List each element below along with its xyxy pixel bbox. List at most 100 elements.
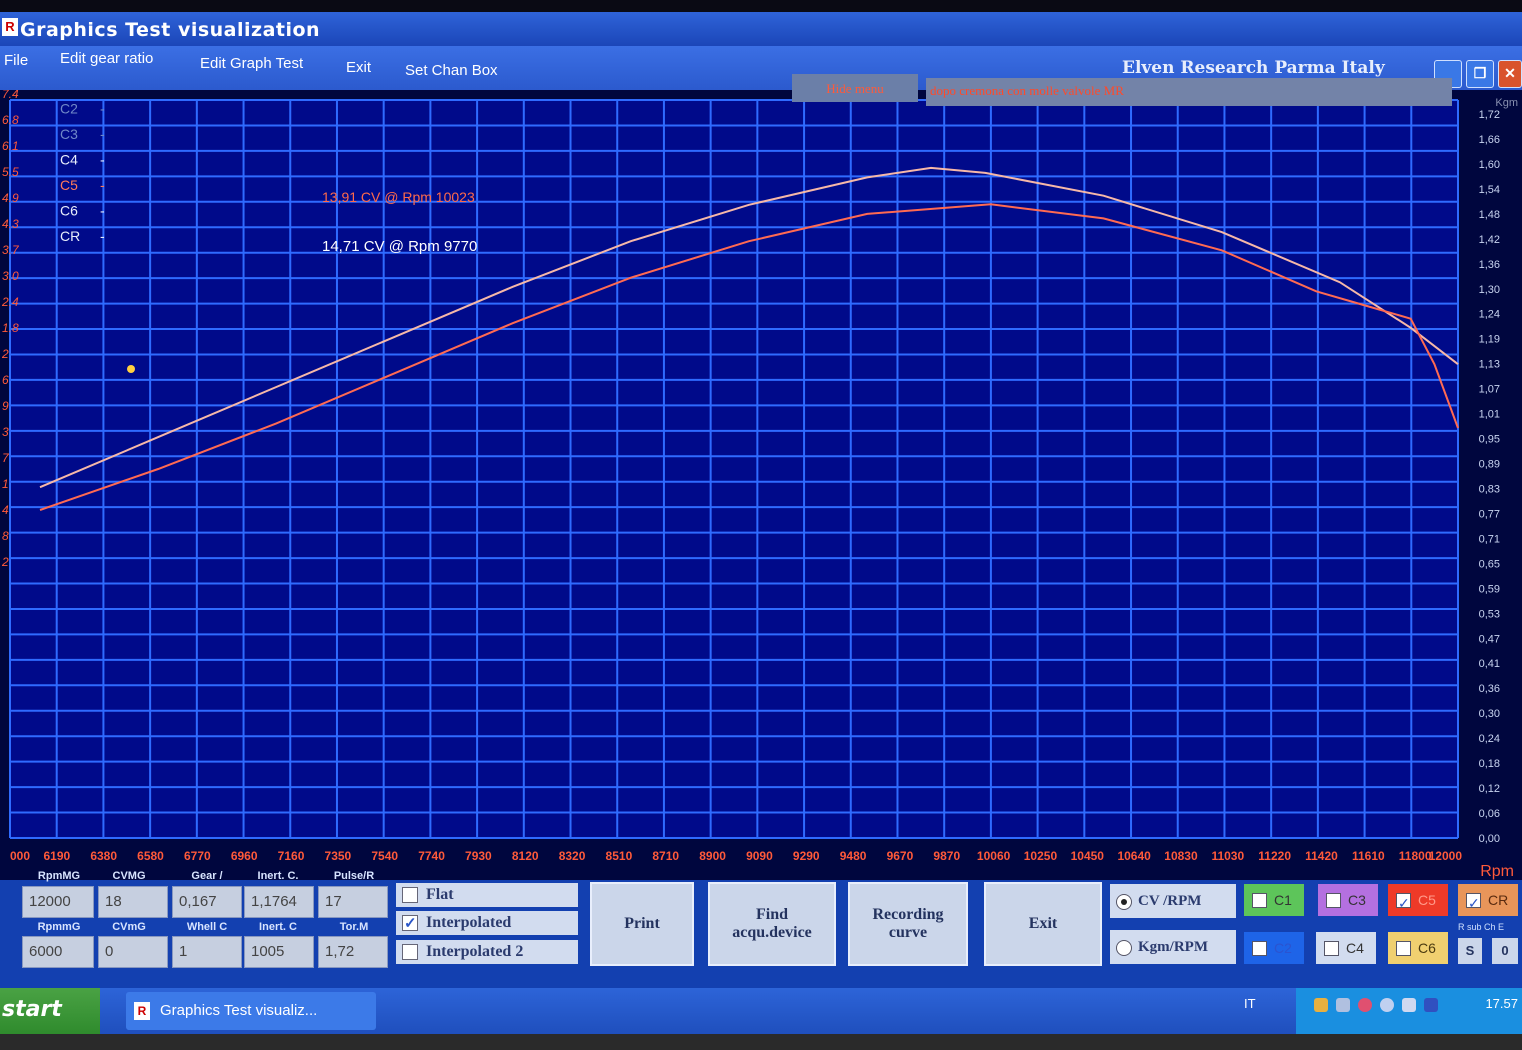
exit-button[interactable]: Exit [984, 882, 1102, 966]
channel-readout-value-dash: - [100, 203, 105, 219]
c6-checkbox[interactable] [1396, 941, 1411, 956]
menu-exit[interactable]: Exit [346, 59, 371, 76]
right-tick-label: 0,18 [1479, 758, 1500, 770]
brand-label: Elven Research Parma Italy [1122, 58, 1385, 78]
left-tick-label: 8 [2, 529, 9, 543]
interpolated-checkbox[interactable]: Interpolated [396, 911, 578, 936]
x-tick-label: 9870 [933, 849, 960, 863]
cvmg-min-label: CVmG [112, 921, 146, 933]
kgm-rpm-radio-dot[interactable] [1116, 940, 1132, 956]
chat-icon[interactable] [1402, 998, 1416, 1012]
security-icon[interactable] [1358, 998, 1372, 1012]
channel-c1-toggle[interactable]: C1 [1244, 884, 1304, 916]
test-notes-field[interactable]: dopo cremona con molle valvole MR [926, 78, 1452, 106]
flat-checkbox-box[interactable] [402, 887, 418, 903]
c1-checkbox[interactable] [1252, 893, 1267, 908]
flat-label: Flat [426, 886, 454, 903]
wheel-c-input[interactable]: 1 [172, 936, 242, 968]
interpolated-checkbox-box[interactable] [402, 912, 418, 936]
x-tick-label: 6190 [43, 849, 70, 863]
recording-line2: curve [888, 924, 928, 941]
left-tick-label: 4.3 [2, 217, 19, 231]
right-tick-label: 0,47 [1479, 633, 1500, 645]
recording-line1: Recording [872, 906, 944, 923]
inert-c2-input[interactable]: 1005 [244, 936, 314, 968]
volume-icon[interactable] [1380, 998, 1394, 1012]
channel-c4-toggle[interactable]: C4 [1316, 932, 1376, 964]
print-button[interactable]: Print [590, 882, 694, 966]
interpolated2-checkbox[interactable]: Interpolated 2 [396, 940, 578, 964]
x-tick-label: 7930 [465, 849, 492, 863]
taskbar: start R Graphics Test visualiz... IT 17.… [0, 988, 1522, 1034]
x-tick-label: 6580 [137, 849, 164, 863]
x-tick-label: 10830 [1164, 849, 1198, 863]
inert-c1-input[interactable]: 1,1764 [244, 886, 314, 918]
x-tick-label: 9290 [793, 849, 820, 863]
menu-file[interactable]: File [4, 52, 28, 69]
left-tick-label: 6.8 [2, 113, 19, 127]
cv-rpm-radio[interactable]: CV /RPM [1110, 884, 1236, 918]
channel-c2-toggle[interactable]: C2 [1244, 932, 1304, 964]
channel-readout-label: C5 [60, 177, 78, 193]
close-button[interactable]: ✕ [1498, 60, 1522, 88]
channel-cr-toggle[interactable]: CR [1458, 884, 1518, 919]
x-axis-title: Rpm [1480, 863, 1514, 880]
channel-readout-value-dash: - [100, 152, 105, 168]
wheel-c-label: Whell C [186, 921, 228, 933]
monitor-icon[interactable] [1424, 998, 1438, 1012]
maximize-button[interactable]: ❐ [1466, 60, 1494, 88]
interpolated2-checkbox-box[interactable] [402, 944, 418, 960]
left-tick-label: 4 [2, 503, 9, 517]
x-tick-label: 7350 [325, 849, 352, 863]
cr-checkbox[interactable] [1466, 887, 1481, 919]
recording-curve-button[interactable]: Recording curve [848, 882, 968, 966]
sub-channel-label: R sub Ch E [1458, 922, 1505, 932]
right-tick-label: 1,24 [1479, 309, 1500, 321]
rpmmg-max-input[interactable]: 12000 [22, 886, 94, 918]
hide-menu-button[interactable]: Hide menu [792, 74, 918, 102]
cvmg-min-input[interactable]: 0 [98, 936, 168, 968]
menu-edit-gear-ratio[interactable]: Edit gear ratio [60, 50, 153, 67]
x-tick-label: 8900 [699, 849, 726, 863]
title-bar: R Graphics Test visualization [0, 12, 1522, 46]
x-tick-label: 11800 [1399, 849, 1432, 863]
network-icon[interactable] [1314, 998, 1328, 1012]
cvmg-max-input[interactable]: 18 [98, 886, 168, 918]
c4-checkbox[interactable] [1324, 941, 1339, 956]
c5-label: C5 [1418, 892, 1436, 908]
flat-checkbox[interactable]: Flat [396, 883, 578, 907]
app-taskbar-icon: R [134, 1002, 150, 1020]
x-tick-label: 10450 [1071, 849, 1105, 863]
language-indicator[interactable]: IT [1244, 996, 1256, 1011]
interpolated2-label: Interpolated 2 [426, 943, 524, 960]
channel-readout-value-dash: - [100, 90, 105, 91]
x-tick-label: 7740 [418, 849, 445, 863]
menu-set-chan-box[interactable]: Set Chan Box [405, 62, 498, 79]
kgm-rpm-radio[interactable]: Kgm/RPM [1110, 930, 1236, 964]
tor-m-input[interactable]: 1,72 [318, 936, 388, 968]
left-tick-label: 3 [2, 425, 9, 439]
channel-readout-value-dash: - [100, 177, 105, 193]
right-tick-label: 0,41 [1479, 658, 1500, 670]
c5-checkbox[interactable] [1396, 887, 1411, 919]
c2-checkbox[interactable] [1252, 941, 1267, 956]
c3-checkbox[interactable] [1326, 893, 1341, 908]
taskbar-item-graphics-test[interactable]: R Graphics Test visualiz... [126, 992, 376, 1030]
left-tick-label: 2 [1, 555, 9, 569]
x-tick-label: 6380 [90, 849, 117, 863]
cv-rpm-radio-dot[interactable] [1116, 894, 1132, 910]
display-icon[interactable] [1336, 998, 1350, 1012]
pulse-input[interactable]: 17 [318, 886, 388, 918]
start-button[interactable]: start [0, 988, 100, 1034]
find-acqu-device-button[interactable]: Find acqu.device [708, 882, 836, 966]
gear-input[interactable]: 0,167 [172, 886, 242, 918]
rpmmg-min-input[interactable]: 6000 [22, 936, 94, 968]
channel-c3-toggle[interactable]: C3 [1318, 884, 1378, 916]
x-tick-label: 9480 [840, 849, 867, 863]
menu-edit-graph-test[interactable]: Edit Graph Test [200, 55, 303, 72]
o-button[interactable]: 0 [1492, 938, 1518, 964]
channel-c5-toggle[interactable]: C5 [1388, 884, 1448, 919]
s-button[interactable]: S [1458, 938, 1482, 964]
x-tick-label: 7540 [371, 849, 398, 863]
channel-c6-toggle[interactable]: C6 [1388, 932, 1448, 964]
